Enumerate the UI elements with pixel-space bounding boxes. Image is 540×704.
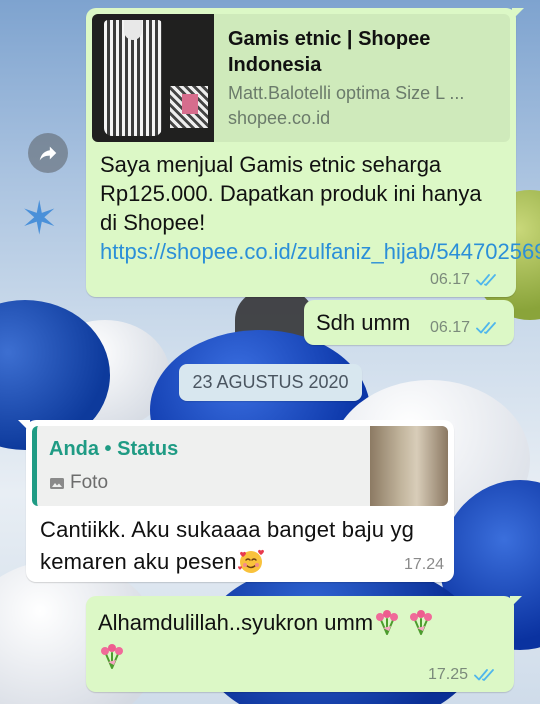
quoted-reply-thumbnail	[370, 426, 448, 506]
double-check-icon	[474, 669, 494, 681]
bouquet-emoji-icon	[101, 644, 123, 669]
message-bubble-outgoing[interactable]: Gamis etnic | Shopee Indonesia Matt.Balo…	[86, 8, 540, 297]
message-text: Sdh umm	[316, 310, 411, 335]
forward-button[interactable]	[28, 133, 68, 173]
double-check-icon	[476, 322, 496, 334]
wallpaper-star: ✶	[20, 192, 59, 244]
date-divider: 23 AGUSTUS 2020	[179, 364, 362, 401]
message-meta: 06.17	[430, 319, 502, 337]
message-text: Cantiikk. Aku sukaaaa banget baju yg kem…	[40, 517, 415, 574]
message-time: 17.24	[403, 556, 444, 573]
smiling-face-with-hearts-emoji-icon	[237, 549, 264, 573]
quoted-reply-author: Anda • Status	[49, 438, 179, 460]
message-meta: 06.17	[430, 271, 502, 289]
message-bubble-outgoing[interactable]: Sdh umm 06.17	[304, 300, 514, 345]
forward-arrow-icon	[39, 146, 57, 161]
message-bubble-outgoing[interactable]: Alhamdulillah..syukron umm 17.25	[86, 596, 522, 692]
message-link[interactable]: https://shopee.co.id/zulfaniz_hijab/5447…	[100, 239, 540, 264]
message-time: 06.17	[429, 319, 470, 336]
message-meta: 17.25	[428, 666, 500, 684]
message-time: 06.17	[429, 271, 470, 288]
bouquet-emoji-icon	[376, 610, 399, 635]
link-preview-description: Matt.Balotelli optima Size L ...	[228, 83, 465, 103]
message-meta: 17.24	[404, 556, 444, 574]
message-time: 17.25	[427, 666, 468, 683]
quoted-reply[interactable]: Anda • Status Foto	[32, 426, 448, 506]
quoted-reply-text: Foto	[49, 472, 108, 494]
bouquet-emoji-icon	[410, 610, 433, 635]
message-text: Saya menjual Gamis etnic seharga Rp125.0…	[92, 142, 540, 266]
message-bubble-incoming[interactable]: Anda • Status Foto Cantiikk. Aku sukaaaa…	[18, 420, 454, 582]
message-text: Alhamdulillah..syukron umm	[98, 606, 504, 674]
camera-icon	[50, 478, 64, 489]
link-preview-title: Gamis etnic | Shopee Indonesia	[228, 28, 431, 76]
double-check-icon	[476, 274, 496, 286]
link-preview-thumbnail	[92, 14, 214, 142]
link-preview-card[interactable]: Gamis etnic | Shopee Indonesia Matt.Balo…	[92, 14, 510, 142]
link-preview-host: shopee.co.id	[228, 108, 331, 128]
